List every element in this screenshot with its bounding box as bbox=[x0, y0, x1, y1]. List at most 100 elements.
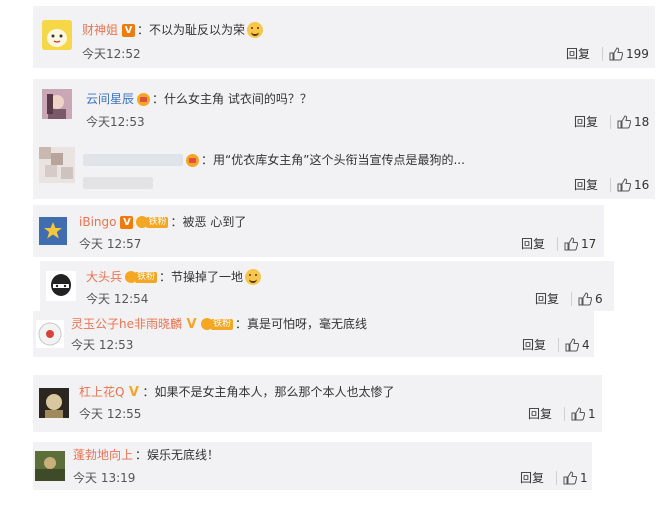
timestamp: 今天 12:57 bbox=[79, 237, 142, 251]
thumbs-up-icon bbox=[578, 292, 592, 306]
like-button[interactable]: 1 bbox=[571, 407, 596, 421]
avatar[interactable] bbox=[42, 89, 72, 119]
comment-text: 真是可怕呀，毫无底线 bbox=[247, 317, 368, 331]
thumbs-up-icon bbox=[563, 471, 577, 485]
like-button[interactable]: 1 bbox=[563, 471, 588, 485]
avatar[interactable] bbox=[36, 320, 64, 348]
avatar[interactable] bbox=[35, 451, 65, 481]
timestamp-blurred bbox=[83, 177, 153, 189]
comment-text: 娱乐无底线！ bbox=[147, 448, 220, 462]
crown-badge-icon bbox=[137, 92, 151, 106]
verified-badge: V bbox=[122, 23, 136, 37]
timestamp bbox=[83, 177, 153, 192]
thumbs-up-icon bbox=[617, 178, 631, 192]
username[interactable]: 杠上花Q bbox=[79, 384, 124, 400]
like-button[interactable]: 16 bbox=[617, 178, 649, 192]
username[interactable]: 灵玉公子he非雨晓麟 bbox=[71, 316, 182, 332]
thumbs-up-icon bbox=[565, 338, 579, 352]
username[interactable]: iBingo bbox=[79, 214, 116, 230]
reply-button[interactable]: 回复 bbox=[522, 338, 546, 352]
username[interactable]: 财神姐 bbox=[82, 22, 118, 38]
divider bbox=[610, 115, 611, 129]
divider bbox=[602, 47, 603, 61]
reply-button[interactable]: 回复 bbox=[528, 407, 552, 421]
like-count: 6 bbox=[595, 292, 603, 306]
reply-button[interactable]: 回复 bbox=[574, 115, 598, 129]
username[interactable]: 蓬勃地向上 bbox=[73, 447, 133, 463]
reply-button[interactable]: 回复 bbox=[520, 471, 544, 485]
comment-card: 大头兵 铁粉 ： 节操掉了一地 今天 12:54 回复 6 bbox=[40, 261, 614, 311]
avatar[interactable] bbox=[42, 20, 72, 50]
comment-card: ： 用“优衣库女主角”这个头衔当宣传点是最狗的... 回复 16 bbox=[33, 141, 655, 199]
divider bbox=[571, 292, 572, 306]
divider bbox=[558, 338, 559, 352]
verified-badge: V bbox=[186, 316, 197, 332]
like-button[interactable]: 4 bbox=[565, 338, 590, 352]
like-button[interactable]: 199 bbox=[609, 47, 649, 61]
thumbs-up-icon bbox=[617, 115, 631, 129]
like-count: 17 bbox=[581, 237, 597, 251]
smile-emoji-icon bbox=[247, 22, 264, 38]
reply-button[interactable]: 回复 bbox=[521, 237, 545, 251]
colon: ： bbox=[137, 23, 150, 37]
verified-badge: V bbox=[128, 384, 139, 400]
laugh-emoji-icon bbox=[245, 269, 262, 285]
colon: ： bbox=[235, 317, 248, 331]
timestamp: 今天 13:19 bbox=[73, 471, 136, 485]
avatar[interactable] bbox=[39, 217, 67, 245]
comment-card: 财神姐 V ： 不以为耻反以为荣 今天12:52 回复 199 bbox=[33, 6, 655, 68]
timestamp: 今天 12:55 bbox=[79, 407, 142, 421]
comment-card: 蓬勃地向上 ： 娱乐无底线！ 今天 13:19 回复 1 bbox=[33, 442, 592, 490]
comment-text: 不以为耻反以为荣 bbox=[149, 23, 246, 37]
timestamp: 今天12:52 bbox=[82, 47, 141, 61]
comment-text: 节操掉了一地 bbox=[171, 270, 244, 284]
colon: ： bbox=[152, 92, 165, 106]
like-count: 1 bbox=[588, 407, 596, 421]
avatar[interactable] bbox=[39, 147, 75, 183]
like-button[interactable]: 17 bbox=[564, 237, 596, 251]
thumbs-up-icon bbox=[564, 237, 578, 251]
colon: ： bbox=[201, 153, 214, 167]
timestamp: 今天 12:53 bbox=[71, 338, 134, 352]
divider bbox=[564, 407, 565, 421]
fan-badge: 铁粉 bbox=[136, 216, 169, 229]
reply-button[interactable]: 回复 bbox=[535, 292, 559, 306]
like-count: 16 bbox=[634, 178, 650, 192]
like-button[interactable]: 18 bbox=[617, 115, 649, 129]
colon: ： bbox=[142, 385, 155, 399]
like-count: 18 bbox=[634, 115, 650, 129]
comment-card: 杠上花Q V ： 如果不是女主角本人，那么那个本人也太惨了 今天 12:55 回… bbox=[33, 375, 602, 432]
divider bbox=[556, 471, 557, 485]
username[interactable]: 大头兵 bbox=[86, 269, 122, 285]
comment-card: 灵玉公子he非雨晓麟 V 铁粉 ： 真是可怕呀，毫无底线 今天 12:53 回复… bbox=[33, 311, 594, 357]
fan-badge: 铁粉 bbox=[125, 271, 158, 284]
verified-badge: V bbox=[120, 215, 134, 229]
like-count: 4 bbox=[582, 338, 590, 352]
avatar[interactable] bbox=[39, 388, 69, 418]
timestamp: 今天 12:54 bbox=[86, 292, 149, 306]
crown-badge-icon bbox=[186, 153, 199, 167]
reply-button[interactable]: 回复 bbox=[566, 47, 590, 61]
comment-text: 如果不是女主角本人，那么那个本人也太惨了 bbox=[154, 385, 395, 399]
comment-card: 云间星辰 ： 什么女主角 试衣间的吗？？ 今天12:53 回复 18 bbox=[33, 79, 655, 141]
like-count: 199 bbox=[626, 47, 649, 61]
colon: ： bbox=[135, 448, 148, 462]
comment-text: 用“优衣库女主角”这个头衔当宣传点是最狗的... bbox=[213, 153, 465, 167]
colon: ： bbox=[170, 215, 183, 229]
comment-text: 被恶 心到了 bbox=[182, 215, 247, 229]
divider bbox=[610, 178, 611, 192]
username[interactable]: 云间星辰 bbox=[86, 91, 134, 107]
divider bbox=[557, 237, 558, 251]
avatar[interactable] bbox=[46, 271, 76, 301]
thumbs-up-icon bbox=[571, 407, 585, 421]
thumbs-up-icon bbox=[609, 47, 623, 61]
comment-card: iBingo V 铁粉 ： 被恶 心到了 今天 12:57 回复 17 bbox=[33, 205, 604, 257]
username-blurred[interactable] bbox=[83, 154, 183, 166]
comment-text: 什么女主角 试衣间的吗？？ bbox=[164, 92, 312, 106]
like-button[interactable]: 6 bbox=[578, 292, 603, 306]
fan-badge: 铁粉 bbox=[201, 318, 234, 331]
reply-button[interactable]: 回复 bbox=[574, 178, 598, 192]
like-count: 1 bbox=[580, 471, 588, 485]
colon: ： bbox=[159, 270, 172, 284]
timestamp: 今天12:53 bbox=[86, 115, 145, 129]
